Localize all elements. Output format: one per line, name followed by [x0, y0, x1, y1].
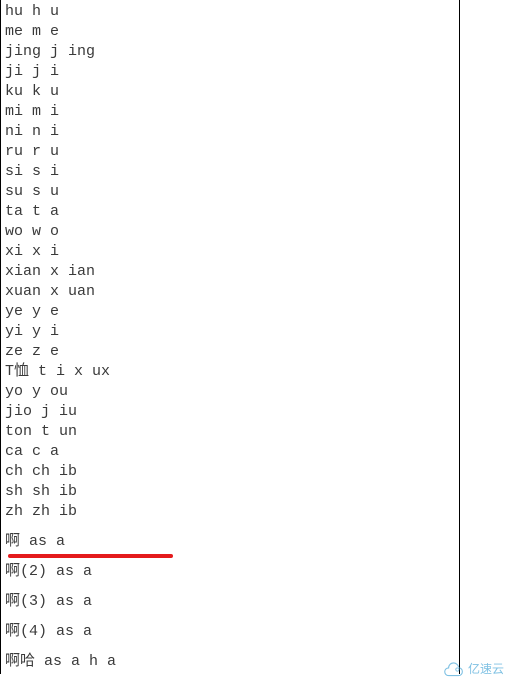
text-line: ru r u	[5, 142, 455, 162]
text-line: 啊(4) as a	[5, 622, 455, 642]
text-line: T恤 t i x ux	[5, 362, 455, 382]
text-line: ze z e	[5, 342, 455, 362]
cloud-icon	[442, 661, 464, 677]
text-line: jing j ing	[5, 42, 455, 62]
text-line: su s u	[5, 182, 455, 202]
text-line: me m e	[5, 22, 455, 42]
text-line: wo w o	[5, 222, 455, 242]
text-line: si s i	[5, 162, 455, 182]
text-line: yo y ou	[5, 382, 455, 402]
text-line: xian x ian	[5, 262, 455, 282]
text-line: mi m i	[5, 102, 455, 122]
code-text-box: hu h u me m e jing j ing ji j i ku k u m…	[0, 0, 460, 674]
text-line: yi y i	[5, 322, 455, 342]
text-line: hu h u	[5, 2, 455, 22]
text-line: ch ch ib	[5, 462, 455, 482]
text-line: 啊(3) as a	[5, 592, 455, 612]
watermark-text: 亿速云	[468, 660, 504, 677]
text-line: 啊(2) as a	[5, 562, 455, 582]
text-line: 啊 as a	[5, 532, 455, 552]
text-line: ji j i	[5, 62, 455, 82]
text-line: 啊哈 as a h a	[5, 652, 455, 672]
text-line: xuan x uan	[5, 282, 455, 302]
watermark: 亿速云	[442, 660, 504, 677]
text-line: zh zh ib	[5, 502, 455, 522]
text-line: ye y e	[5, 302, 455, 322]
text-line: ton t un	[5, 422, 455, 442]
text-line: ca c a	[5, 442, 455, 462]
text-line: sh sh ib	[5, 482, 455, 502]
text-line: ta t a	[5, 202, 455, 222]
red-underline-annotation	[8, 554, 173, 558]
text-line: xi x i	[5, 242, 455, 262]
text-line: ku k u	[5, 82, 455, 102]
text-line: ni n i	[5, 122, 455, 142]
text-line: jio j iu	[5, 402, 455, 422]
